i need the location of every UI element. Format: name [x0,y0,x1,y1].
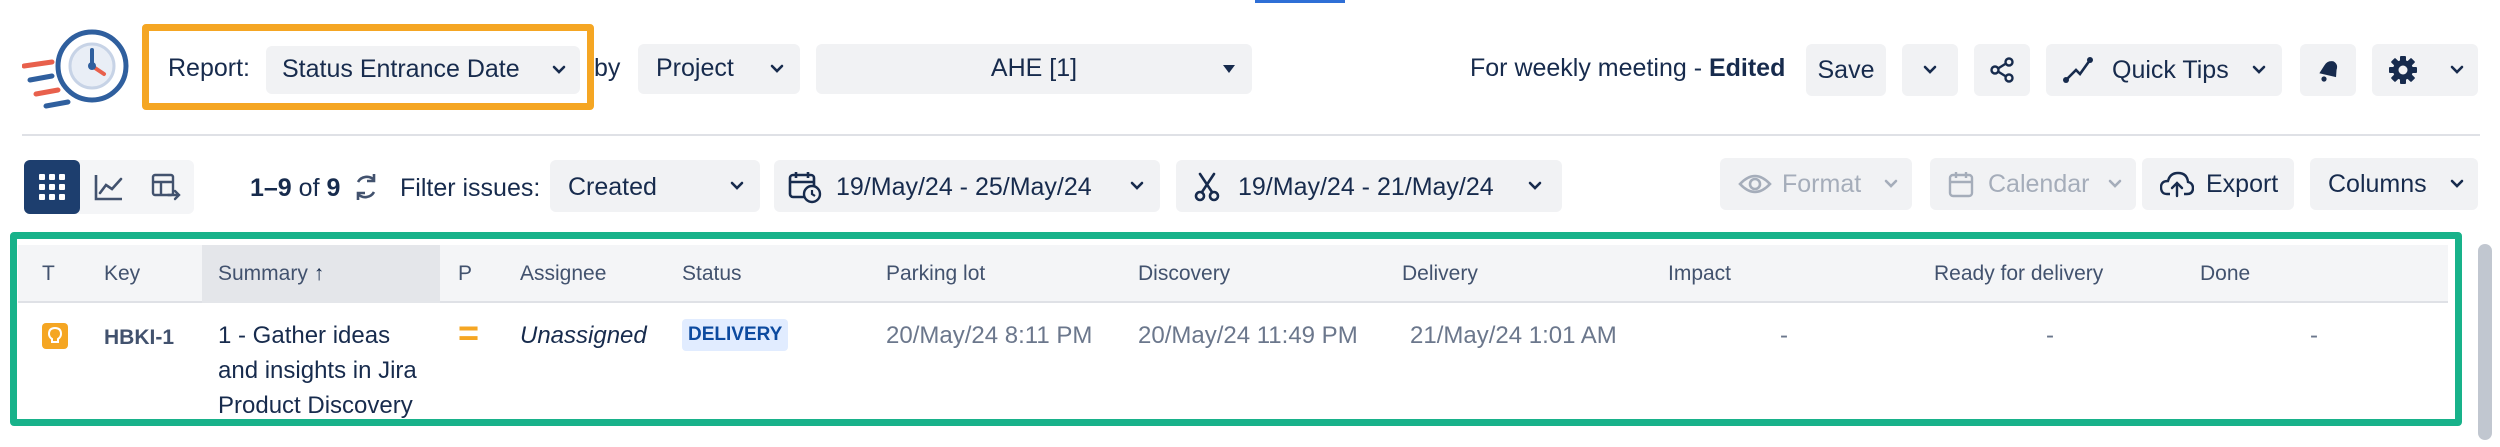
column-header-impact[interactable]: Impact [1668,245,1731,303]
chevron-down-icon [1923,65,1937,77]
column-header-discovery[interactable]: Discovery [1138,245,1230,303]
line-chart-icon [94,175,123,201]
notifications-button[interactable] [2300,44,2356,96]
issue-key-link[interactable]: HBKI-1 [104,326,174,350]
refresh-icon[interactable] [352,172,380,202]
chevron-down-icon [1884,179,1898,191]
quick-tips-button[interactable]: Quick Tips [2046,44,2282,96]
save-button[interactable]: Save [1806,44,1886,96]
table-header: T Key Summary ↑ P Assignee Status Parkin… [18,245,2448,303]
caret-down-icon [1222,64,1235,76]
app-logo-icon [21,22,134,122]
column-header-assignee[interactable]: Assignee [520,245,606,303]
saved-view-state: Edited [1708,54,1786,82]
chevron-down-icon [2450,65,2464,77]
ready-for-delivery-date: - [2046,322,2054,349]
column-header-type[interactable]: T [42,245,55,303]
scissors-icon [1194,172,1220,202]
sort-ascending-icon: ↑ [313,262,325,285]
parking-lot-date: 20/May/24 8:11 PM [886,322,1093,349]
status-badge: DELIVERY [682,319,789,351]
grid-icon [39,174,65,200]
done-date: - [2310,322,2318,349]
date-field-select[interactable]: Created [550,160,760,212]
project-filter-value: AHE [1] [990,54,1078,82]
chevron-down-icon [552,65,566,77]
column-header-key[interactable]: Key [104,245,140,303]
chevron-down-icon [770,64,784,76]
share-icon [1990,57,2014,83]
report-type-value: Status Entrance Date [282,55,520,83]
column-header-status[interactable]: Status [682,245,742,303]
calendar-icon [1948,172,1974,198]
group-by-select[interactable]: Project [638,44,800,94]
format-button[interactable]: Format [1720,158,1912,210]
settings-button[interactable] [2372,44,2478,96]
report-type-select[interactable]: Status Entrance Date [266,46,580,94]
chevron-down-icon [2108,179,2122,191]
by-label: by [594,54,621,82]
chevron-down-icon [1528,181,1542,193]
discovery-date: 20/May/24 11:49 PM [1138,322,1358,349]
table-transition-icon [151,173,181,201]
group-by-value: Project [656,54,734,82]
chevron-down-icon [2252,65,2266,77]
column-header-ready-for-delivery[interactable]: Ready for delivery [1934,245,2103,303]
report-label: Report: [168,54,250,82]
column-header-done[interactable]: Done [2200,245,2250,303]
calendar-button[interactable]: Calendar [1930,158,2136,210]
eye-icon [1738,174,1772,194]
chevron-down-icon [1130,181,1144,193]
status-date-range-select[interactable]: 19/May/24 - 21/May/24 [1176,160,1562,212]
transition-view-button[interactable] [138,160,194,214]
bell-icon [2319,61,2338,82]
results-count: 1–9 of 9 [250,174,341,202]
path-icon [2063,57,2093,83]
column-header-priority[interactable]: P [458,245,472,303]
column-header-parking-lot[interactable]: Parking lot [886,245,985,303]
project-filter-select[interactable]: AHE [1] [816,44,1252,94]
filter-issues-label: Filter issues: [400,174,541,202]
chevron-down-icon [730,181,744,193]
vertical-scrollbar[interactable] [2478,244,2492,440]
chevron-down-icon [2450,179,2464,191]
export-button[interactable]: Export [2142,158,2294,210]
impact-date: - [1780,322,1788,349]
top-accent-line [1255,0,1345,3]
chart-view-button[interactable] [81,160,137,214]
priority-medium-icon: = [458,312,480,353]
assignee-value: Unassigned [520,322,647,349]
view-toggle [24,160,194,214]
save-options-button[interactable] [1902,44,1958,96]
header-divider [22,134,2480,136]
calendar-clock-icon [788,172,822,204]
delivery-date: 21/May/24 1:01 AM [1410,322,1617,349]
gear-icon [2389,56,2417,84]
saved-view-name: For weekly meeting - Edited [1470,54,1786,82]
grid-view-button[interactable] [24,160,80,214]
idea-issue-type-icon [42,323,68,349]
cloud-upload-icon [2160,171,2194,198]
created-date-range-select[interactable]: 19/May/24 - 25/May/24 [774,160,1160,212]
columns-button[interactable]: Columns [2310,158,2478,210]
column-header-delivery[interactable]: Delivery [1402,245,1478,303]
issue-summary[interactable]: 1 - Gather ideas and insights in Jira Pr… [218,318,417,423]
share-button[interactable] [1974,44,2030,96]
column-header-summary[interactable]: Summary ↑ [202,245,440,303]
